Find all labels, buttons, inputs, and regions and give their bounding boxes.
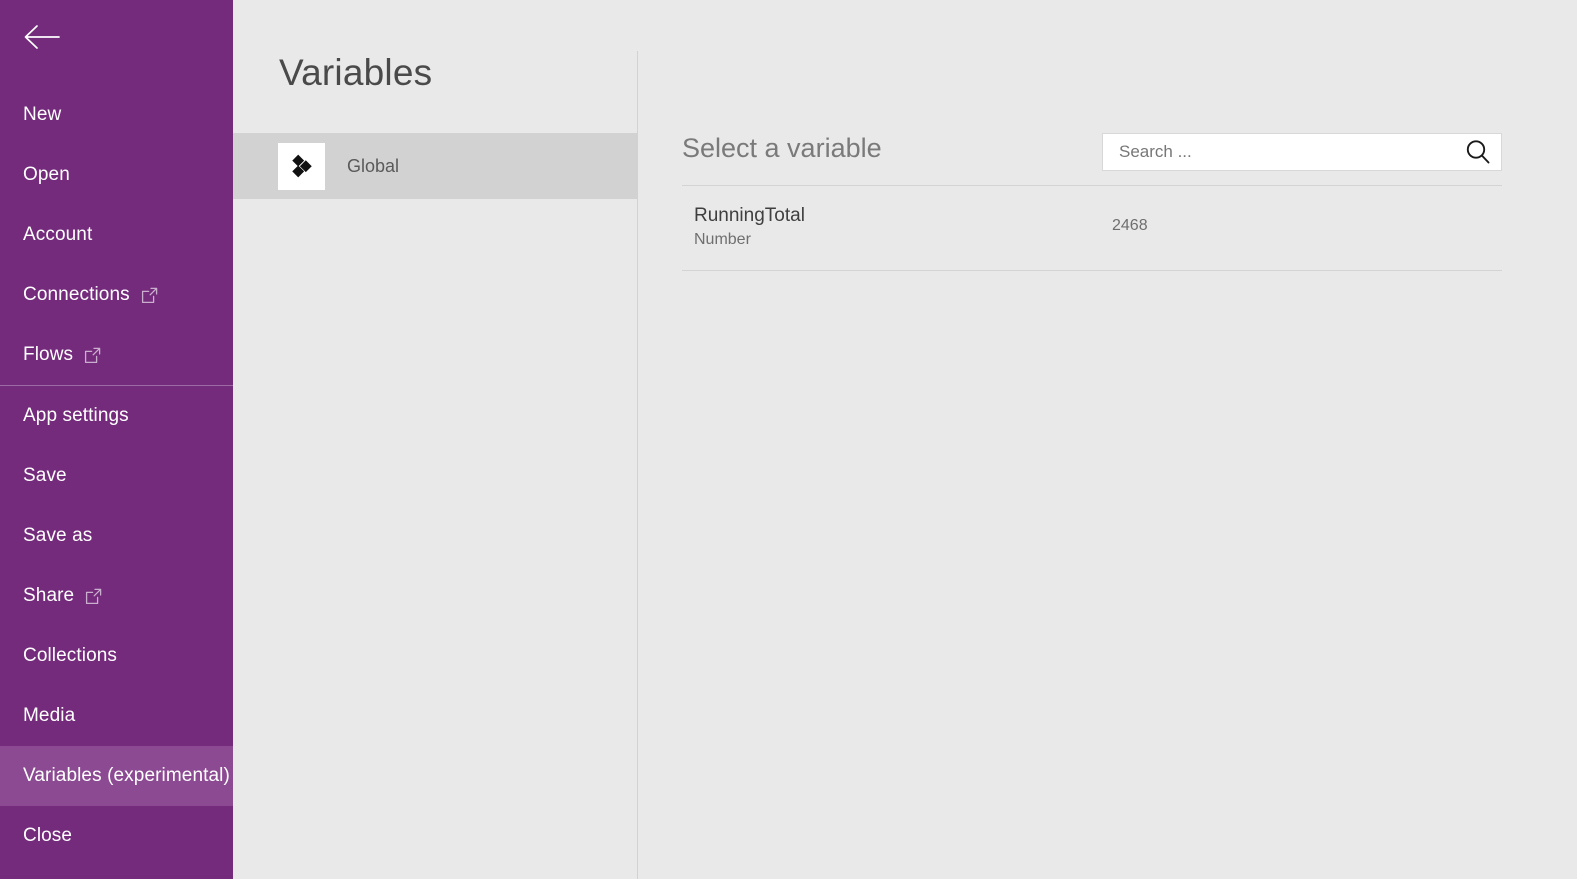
sidebar-item-share[interactable]: Share [0, 566, 233, 626]
external-link-icon [85, 588, 102, 605]
search-input[interactable] [1103, 134, 1455, 170]
page-title: Variables [279, 52, 433, 93]
sidebar-item-media[interactable]: Media [0, 686, 233, 746]
main-header: Select a variable [682, 133, 1502, 185]
arrow-left-icon [23, 24, 61, 50]
sidebar-item-new[interactable]: New [0, 85, 233, 145]
sidebar-item-label: Flows [23, 344, 74, 365]
sidebar-menu: New Open Account Connections Flows App settin… [0, 85, 233, 866]
sidebar-item-app-settings[interactable]: App settings [0, 386, 233, 446]
sidebar-item-label: App settings [23, 405, 129, 426]
search-icon [1464, 138, 1492, 166]
external-link-icon [84, 347, 101, 364]
variable-name: RunningTotal [694, 205, 805, 226]
global-diamonds-icon [289, 153, 315, 179]
sidebar: New Open Account Connections Flows App settin… [0, 0, 233, 879]
search-button[interactable] [1455, 134, 1501, 170]
variables-panel: Variables Global [233, 0, 637, 879]
app-root: New Open Account Connections Flows App settin… [0, 0, 1577, 879]
sidebar-item-flows[interactable]: Flows [0, 325, 233, 385]
sidebar-item-label: Collections [23, 645, 118, 666]
sidebar-item-close[interactable]: Close [0, 806, 233, 866]
sidebar-item-label: Open [23, 164, 70, 185]
sidebar-item-variables-experimental[interactable]: Variables (experimental) [0, 746, 233, 806]
sidebar-item-label: Save as [23, 525, 93, 546]
main-content: Select a variable RunningTotal Number 2468 [638, 0, 1577, 879]
scope-item-global[interactable]: Global [233, 133, 637, 199]
scope-item-label: Global [347, 155, 400, 176]
sidebar-item-label: Close [23, 825, 73, 846]
select-a-variable-label: Select a variable [682, 133, 882, 163]
sidebar-item-label: Share [23, 585, 75, 606]
scope-list: Global [233, 133, 637, 199]
sidebar-item-label: Save [23, 465, 67, 486]
sidebar-item-open[interactable]: Open [0, 145, 233, 205]
variable-type: Number [694, 231, 751, 248]
sidebar-item-label: Account [23, 224, 93, 245]
variable-list: RunningTotal Number 2468 [682, 186, 1502, 271]
sidebar-item-collections[interactable]: Collections [0, 626, 233, 686]
back-button[interactable] [16, 14, 68, 60]
external-link-icon [141, 287, 158, 304]
sidebar-item-label: Media [23, 705, 76, 726]
variable-row[interactable]: RunningTotal Number 2468 [682, 186, 1502, 271]
sidebar-item-label: New [23, 104, 62, 125]
sidebar-item-label: Connections [23, 284, 130, 305]
sidebar-item-account[interactable]: Account [0, 205, 233, 265]
sidebar-item-save-as[interactable]: Save as [0, 506, 233, 566]
sidebar-item-label: Variables (experimental) [23, 765, 230, 786]
sidebar-item-save[interactable]: Save [0, 446, 233, 506]
scope-icon [278, 142, 325, 190]
sidebar-item-connections[interactable]: Connections [0, 265, 233, 325]
variable-value: 2468 [1112, 217, 1148, 234]
search-box[interactable] [1102, 133, 1502, 171]
